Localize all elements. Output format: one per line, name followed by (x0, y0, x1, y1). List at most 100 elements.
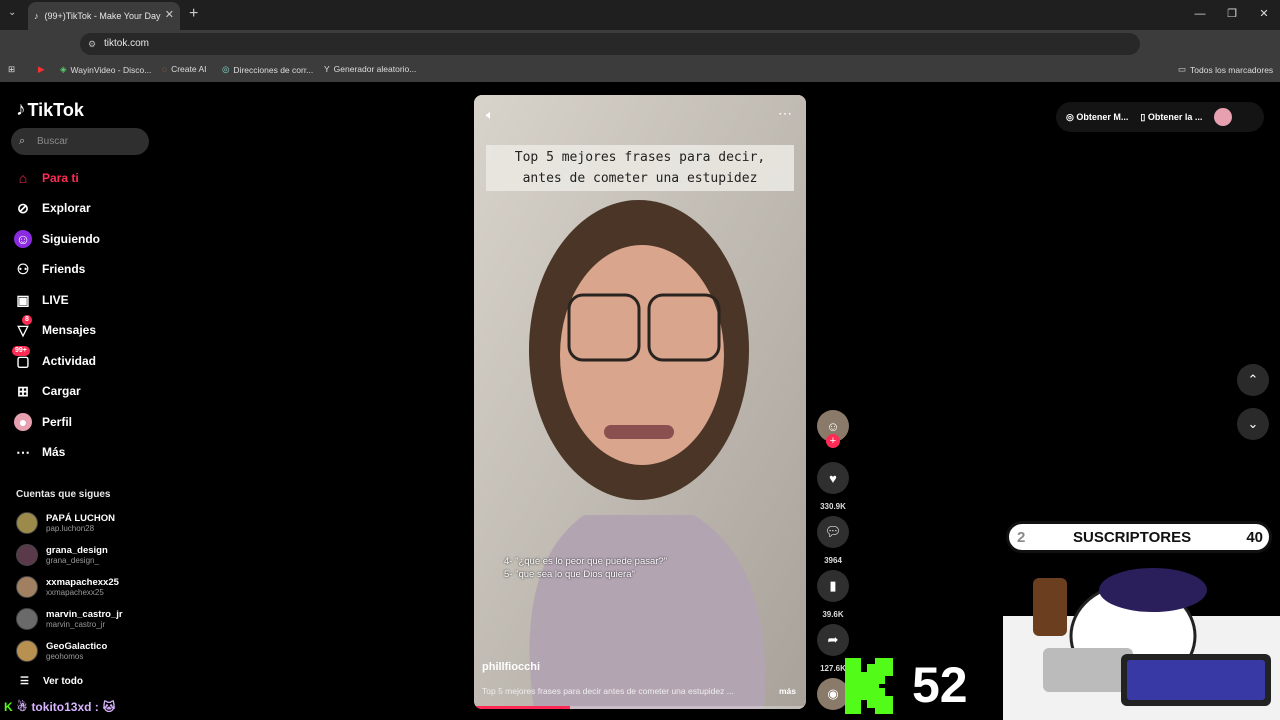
phone-icon: ▯ (1140, 111, 1148, 122)
account-name: PAPÁ LUCHON (46, 513, 115, 524)
followed-account[interactable]: marvin_castro_jr marvin_castro_jr (16, 608, 123, 630)
bookmark-item[interactable]: ◌ Create AI (162, 64, 207, 74)
sidebar-item-explorar[interactable]: ⊘ Explorar (14, 198, 91, 218)
live-tv-icon: ▣ (16, 291, 30, 308)
comment-button[interactable]: 💬︎ 3964 (816, 516, 850, 565)
bookmark-favicon-icon: Y (324, 64, 330, 74)
save-count: 39.6K (822, 610, 844, 619)
following-avatar-icon: ☺ (14, 230, 32, 248)
volume-icon[interactable]: 🔈︎ (486, 107, 494, 123)
like-count: 330.9K (820, 502, 846, 511)
site-info-icon[interactable]: ⚙ (88, 33, 96, 55)
sidebar-item-mensajes[interactable]: ▽ 8 Mensajes (14, 315, 96, 340)
cat-emote-icon: 🐱︎ (102, 700, 116, 714)
coin-icon: ◎ (1066, 111, 1077, 122)
see-all-link[interactable]: ☰ Ver todo (20, 676, 83, 687)
get-app-button[interactable]: ▯ Obtener la ... (1140, 112, 1202, 123)
kick-logo-icon (845, 658, 893, 714)
share-arrow-icon: ➦ (817, 624, 849, 656)
video-progress-bar[interactable] (474, 706, 806, 709)
sidebar-item-label: Actividad (42, 354, 97, 368)
video-author[interactable]: phillfiocchi (482, 661, 540, 673)
more-dots-icon: ⋯ (16, 443, 30, 460)
see-all-label: Ver todo (42, 676, 83, 687)
sidebar-item-friends[interactable]: ⚇ Friends (14, 259, 86, 279)
sidebar-item-para-ti[interactable]: ⌂ Para ti (14, 168, 79, 188)
video-subtitles: 4- "¿qué es lo peor que puede pasar?" 5-… (504, 555, 667, 581)
sidebar-item-mas[interactable]: ⋯ Más (14, 442, 65, 462)
account-name: GeoGalactico (46, 641, 108, 652)
account-handle: geohomos (46, 652, 84, 661)
all-bookmarks-item[interactable]: ▭ Todos los marcadores (1178, 64, 1273, 75)
avatar (16, 640, 38, 662)
top-right-bar: ◎ Obtener M... ▯ Obtener la ... (1056, 102, 1264, 132)
more-link[interactable]: más (779, 686, 796, 696)
kick-viewer-count: 52 (912, 657, 968, 713)
save-button[interactable]: ▮ 39.6K (816, 570, 850, 619)
tab-title: (99+)TikTok - Make Your Day (44, 11, 161, 21)
next-video-button[interactable]: ⌄ (1237, 408, 1269, 440)
followed-account[interactable]: PAPÁ LUCHON pap.luchon28 (16, 512, 115, 534)
account-handle: marvin_castro_jr (46, 620, 106, 629)
video-player[interactable]: 🔈︎ ⋯ Top 5 mejores frases para decir, an… (474, 95, 806, 709)
minimize-icon[interactable]: — (1184, 0, 1216, 30)
sidebar-item-live[interactable]: ▣ LIVE (14, 290, 69, 310)
apps-grid-icon[interactable]: ⊞ (8, 64, 15, 75)
like-button[interactable]: ♥ 330.9K (816, 462, 850, 511)
folder-icon: ▭ (1178, 64, 1187, 74)
follow-plus-icon[interactable]: + (826, 434, 840, 448)
bookmark-item[interactable]: Y Generador aleatorio... (324, 64, 416, 74)
account-name: marvin_castro_jr (46, 609, 123, 620)
heart-icon: ♥ (817, 462, 849, 494)
following-section-title: Cuentas que sigues (16, 489, 111, 500)
video-description: Top 5 mejores frases para decir antes de… (482, 686, 734, 696)
account-name: xxmapachexx25 (46, 577, 119, 588)
get-m-button[interactable]: ◎ Obtener M... (1066, 112, 1128, 123)
upload-plus-icon: ⊞ (17, 382, 29, 399)
bookmark-favicon-icon: ◈ (60, 64, 67, 74)
bookmark-label: Create AI (171, 64, 207, 74)
avatar (16, 608, 38, 630)
get-app-label: Obtener la ... (1147, 111, 1203, 122)
messages-icon: ▽ 8 (14, 315, 32, 339)
bookmark-item[interactable]: ◎ Direcciones de corr... (222, 64, 313, 75)
subtitle-line: 5- "que sea lo que Dios quiera" (504, 569, 635, 580)
chevron-up-icon: ⌃ (1247, 372, 1259, 387)
close-tab-icon[interactable]: ✕ (165, 8, 174, 21)
bookmark-favicon-icon: ◌ (162, 64, 168, 74)
creator-avatar-button[interactable]: ☺ + (816, 410, 850, 448)
restore-icon[interactable]: ❐ (1216, 0, 1248, 30)
list-icon: ☰ (20, 676, 29, 687)
sidebar-item-siguiendo[interactable]: ☺ Siguiendo (14, 229, 100, 249)
account-handle: xxmapachexx25 (46, 588, 104, 597)
video-caption-overlay: Top 5 mejores frases para decir, antes d… (486, 145, 794, 191)
tab-list-chevron-icon[interactable]: ⌄ (8, 7, 16, 18)
search-icon: ⌕ (19, 135, 26, 147)
chevron-down-icon: ⌄ (1247, 416, 1259, 431)
sidebar-item-perfil[interactable]: ● Perfil (14, 412, 72, 432)
tiktok-logo[interactable]: ♪ TikTok (16, 99, 84, 121)
user-avatar[interactable] (1214, 108, 1233, 126)
more-options-icon[interactable]: ⋯ (778, 105, 792, 122)
logo-text: TikTok (27, 99, 84, 120)
bookmark-item[interactable]: ◈ WayinVideo - Disco... (60, 64, 151, 75)
new-tab-icon[interactable]: + (189, 5, 198, 23)
browser-tab[interactable]: ♪ (99+)TikTok - Make Your Day ✕ (28, 2, 180, 30)
sidebar-item-label: LIVE (42, 293, 69, 307)
followed-account[interactable]: GeoGalactico geohomos (16, 640, 107, 662)
close-window-icon[interactable]: ✕ (1248, 0, 1280, 30)
previous-video-button[interactable]: ⌃ (1237, 364, 1269, 396)
subs-goal: 40 (1246, 529, 1263, 546)
sidebar-item-cargar[interactable]: ⊞ Cargar (14, 381, 81, 401)
youtube-icon[interactable]: ▶ (38, 64, 45, 75)
search-placeholder: Buscar (37, 136, 69, 147)
url-field[interactable]: ⚙ tiktok.com (80, 33, 1140, 55)
followed-account[interactable]: grana_design grana_design_ (16, 544, 108, 566)
comment-count: 3964 (824, 556, 842, 565)
get-m-label: Obtener M... (1076, 111, 1129, 122)
followed-account[interactable]: xxmapachexx25 xxmapachexx25 (16, 576, 119, 598)
search-input[interactable]: ⌕ Buscar (11, 128, 149, 155)
sidebar-item-actividad[interactable]: ▢ 99+ Actividad (12, 346, 97, 371)
activity-badge: 99+ (12, 346, 30, 356)
sidebar-item-label: Perfil (42, 415, 73, 429)
